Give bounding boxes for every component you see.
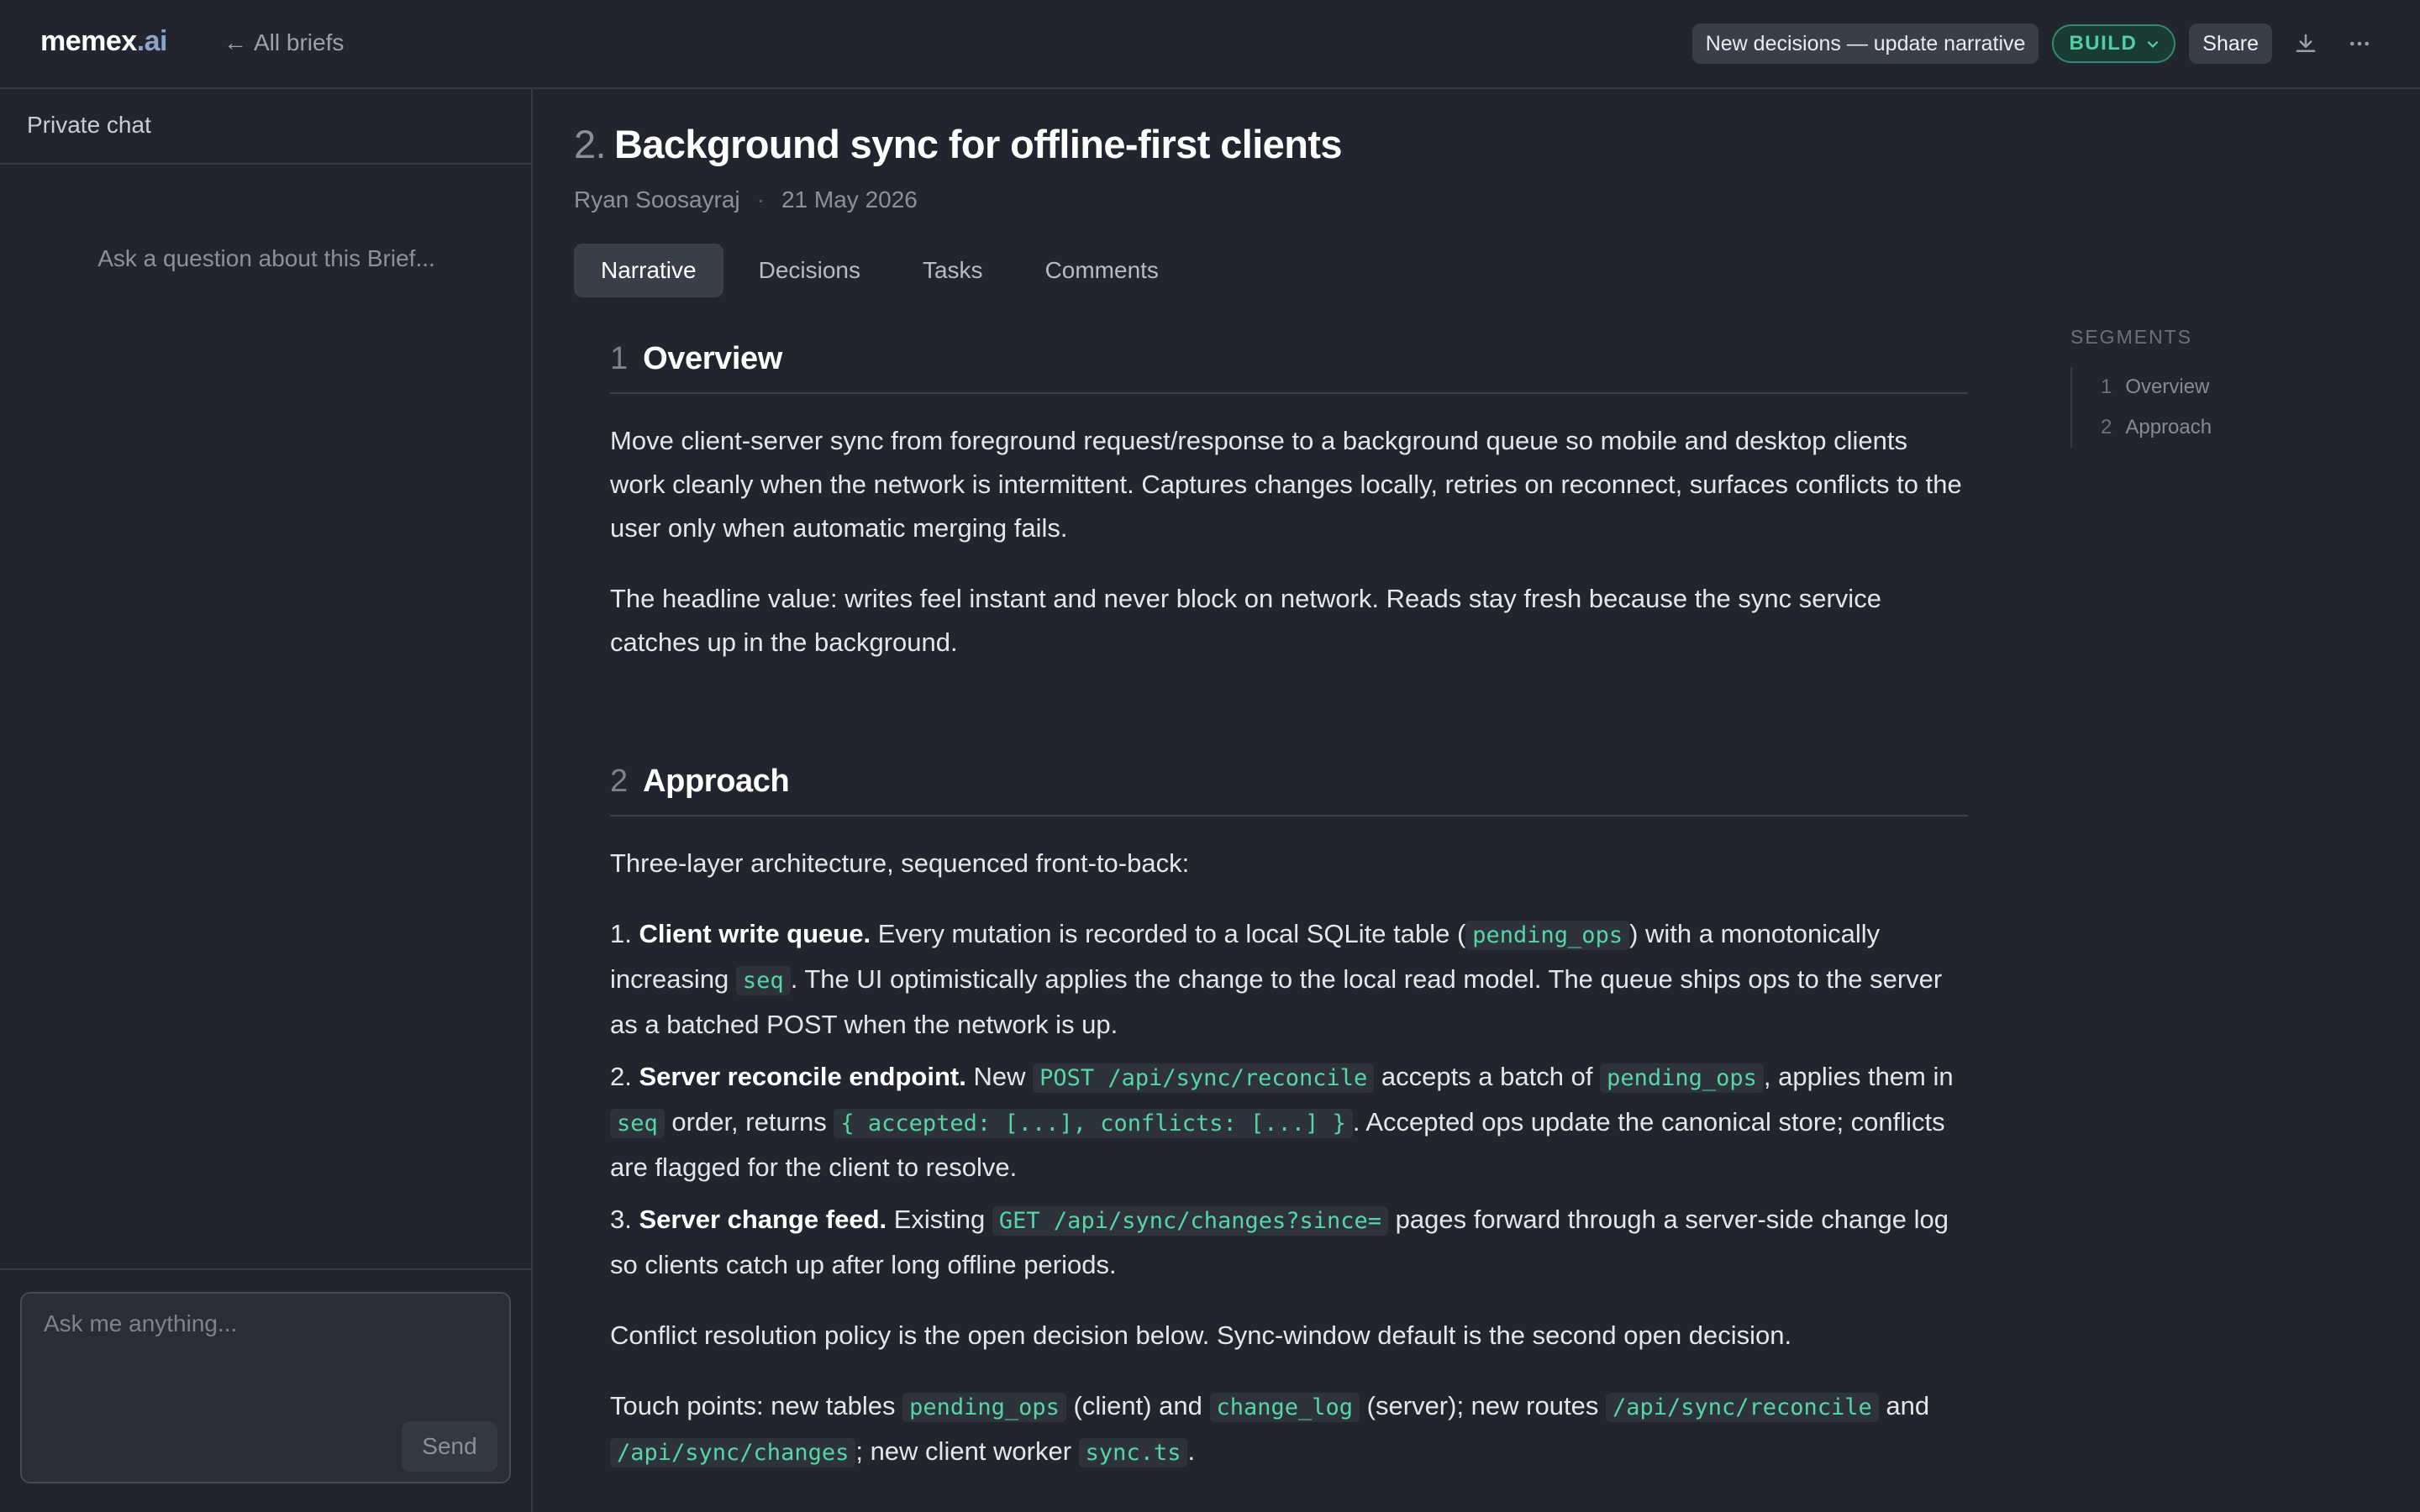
top-actions: New decisions — update narrative BUILD S…	[1691, 24, 2380, 64]
segment-number: 2	[2101, 416, 2112, 438]
more-button[interactable]	[2339, 24, 2380, 64]
text: (client) and	[1065, 1391, 1210, 1420]
logo-accent: .ai	[136, 25, 168, 57]
item-number: 2.	[610, 1062, 632, 1091]
chat-footer: Ask me anything... Send	[0, 1268, 531, 1512]
item-text: order, returns	[664, 1107, 834, 1137]
approach-intro: Three-layer architecture, sequenced fron…	[610, 848, 1190, 878]
item-text: accepts a batch of	[1374, 1062, 1601, 1091]
page-title: 2. Background sync for offline-first clie…	[574, 121, 1343, 167]
download-icon	[2296, 34, 2316, 52]
item-heading: Server change feed.	[639, 1205, 887, 1234]
logo-text: memex	[40, 25, 137, 57]
inline-code: /api/sync/reconcile	[1605, 1393, 1879, 1422]
text: and	[1878, 1391, 1930, 1420]
private-chat-sidebar: Private chat Ask a question about this B…	[0, 89, 533, 1512]
text: ; new client worker	[855, 1436, 1079, 1466]
overview-paragraph-1: Move client-server sync from foreground …	[610, 426, 1962, 543]
touch-points-paragraph: Touch points: new tables pending_ops (cl…	[610, 1384, 1968, 1475]
author-name: Ryan Soosayraj	[574, 186, 740, 213]
app-logo[interactable]: memex.ai	[40, 25, 168, 58]
item-text: New	[965, 1062, 1034, 1091]
segments-nav: SEGMENTS 1 Overview 2 Approach	[2070, 326, 2323, 448]
text: (server); new routes	[1360, 1391, 1606, 1420]
section-heading-approach: 2 Approach	[610, 764, 1968, 816]
section-title: Overview	[643, 341, 782, 376]
inline-code: seq	[610, 1109, 665, 1138]
all-briefs-label: All briefs	[254, 29, 345, 55]
segments-list: 1 Overview 2 Approach	[2070, 367, 2323, 448]
sidebar-title: Private chat	[0, 89, 531, 165]
inline-code: seq	[735, 966, 791, 995]
brief-title: Background sync for offline-first client…	[614, 122, 1343, 166]
download-button[interactable]	[2286, 24, 2326, 64]
brief-number: 2.	[574, 122, 607, 166]
text: .	[1187, 1436, 1196, 1466]
brief-tabs: Narrative Decisions Tasks Comments	[574, 244, 1186, 297]
conflict-paragraph: Conflict resolution policy is the open d…	[610, 1320, 1792, 1350]
tab-narrative[interactable]: Narrative	[574, 244, 723, 297]
inline-code: /api/sync/changes	[610, 1438, 856, 1467]
section-heading-overview: 1 Overview	[610, 341, 1968, 394]
brief-main: 2. Background sync for offline-first clie…	[533, 89, 2420, 1512]
segment-number: 1	[2101, 375, 2112, 398]
share-label: Share	[2202, 31, 2259, 55]
segment-link-overview[interactable]: 1 Overview	[2101, 367, 2323, 407]
item-number: 3.	[610, 1205, 632, 1234]
segment-label: Overview	[2125, 375, 2210, 398]
inline-code: pending_ops	[1600, 1063, 1764, 1093]
brief-date: 21 May 2026	[781, 186, 918, 213]
narrative-content: 1 Overview Move client-server sync from …	[610, 341, 1968, 1475]
meta-separator: ·	[756, 186, 765, 213]
tab-decisions[interactable]: Decisions	[732, 244, 887, 297]
segments-label: SEGMENTS	[2070, 326, 2193, 348]
more-horizontal-icon	[2350, 41, 2369, 46]
segment-label: Approach	[2125, 416, 2212, 438]
item-text: . The UI optimistically applies the chan…	[610, 964, 1943, 1039]
build-mode-dropdown[interactable]: BUILD	[2052, 24, 2176, 63]
brief-meta: Ryan Soosayraj · 21 May 2026	[574, 186, 918, 213]
chat-empty-prompt: Ask a question about this Brief...	[97, 245, 435, 271]
inline-code: pending_ops	[1465, 921, 1630, 950]
chevron-down-icon	[2147, 40, 2159, 48]
approach-item-1: 1. Client write queue. Every mutation is…	[610, 912, 1968, 1047]
send-button[interactable]: Send	[402, 1421, 497, 1472]
inline-code: change_log	[1209, 1393, 1360, 1422]
item-number: 1.	[610, 919, 632, 948]
build-label: BUILD	[2069, 32, 2138, 55]
chat-input[interactable]: Ask me anything... Send	[20, 1292, 511, 1483]
overview-paragraph-2: The headline value: writes feel instant …	[610, 584, 1881, 657]
item-heading: Server reconcile endpoint.	[639, 1062, 966, 1091]
item-text: Every mutation is recorded to a local SQ…	[871, 919, 1466, 948]
chat-input-placeholder: Ask me anything...	[44, 1310, 238, 1336]
inline-code: sync.ts	[1078, 1438, 1188, 1467]
tab-comments[interactable]: Comments	[1018, 244, 1186, 297]
all-briefs-link[interactable]: ← All briefs	[224, 29, 344, 56]
tab-tasks[interactable]: Tasks	[896, 244, 1010, 297]
inline-code: { accepted: [...], conflicts: [...] }	[834, 1109, 1353, 1138]
update-narrative-label: New decisions — update narrative	[1705, 31, 2026, 55]
arrow-left-icon: ←	[224, 29, 247, 55]
text: Touch points: new tables	[610, 1391, 903, 1420]
approach-item-2: 2. Server reconcile endpoint. New POST /…	[610, 1055, 1968, 1189]
send-label: Send	[422, 1433, 477, 1459]
item-heading: Client write queue.	[639, 919, 871, 948]
section-number: 1	[610, 341, 629, 376]
inline-code: GET /api/sync/changes?since=	[992, 1206, 1389, 1236]
section-title: Approach	[643, 764, 790, 799]
inline-code: POST /api/sync/reconcile	[1033, 1063, 1375, 1093]
top-bar: memex.ai ← All briefs New decisions — up…	[0, 0, 2420, 89]
approach-item-3: 3. Server change feed. Existing GET /api…	[610, 1198, 1968, 1287]
inline-code: pending_ops	[902, 1393, 1066, 1422]
item-text: Existing	[886, 1205, 992, 1234]
segment-link-approach[interactable]: 2 Approach	[2101, 407, 2323, 448]
section-number: 2	[610, 764, 629, 799]
share-button[interactable]: Share	[2189, 24, 2272, 64]
update-narrative-button[interactable]: New decisions — update narrative	[1691, 24, 2039, 64]
item-text: , applies them in	[1763, 1062, 1954, 1091]
